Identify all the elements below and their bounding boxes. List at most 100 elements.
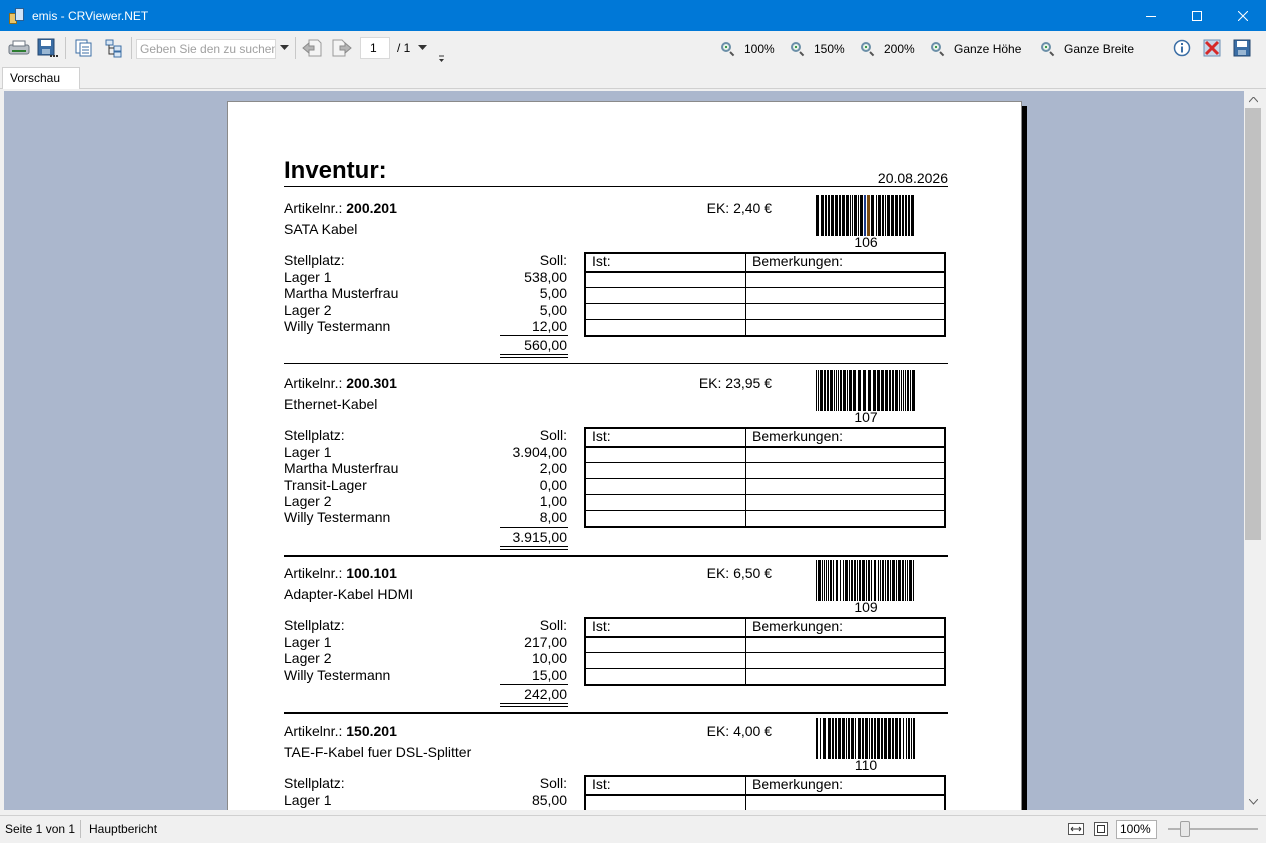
location-name: Willy Testermann xyxy=(284,666,391,683)
print-button[interactable] xyxy=(6,35,32,61)
previous-page-button[interactable] xyxy=(300,35,324,61)
sum-rule xyxy=(500,335,568,337)
bemerkungen-cell[interactable] xyxy=(746,479,944,494)
zoom-slider-thumb[interactable] xyxy=(1180,821,1190,837)
zoom-full-height-button[interactable]: Ganze Höhe xyxy=(931,39,1021,59)
grid-row xyxy=(586,462,944,478)
minimize-button[interactable] xyxy=(1128,0,1174,31)
fit-width-button[interactable] xyxy=(1066,818,1086,840)
bemerkungen-cell[interactable] xyxy=(746,511,944,526)
ist-cell[interactable] xyxy=(586,320,746,335)
chevron-down-icon xyxy=(417,45,427,50)
ist-header: Ist: xyxy=(586,619,746,636)
close-button[interactable] xyxy=(1220,0,1266,31)
location-name: Martha Musterfrau xyxy=(284,285,399,302)
count-grid: Ist: Bemerkungen: xyxy=(584,617,946,686)
bemerkungen-cell[interactable] xyxy=(746,796,944,810)
location-soll: 0,00 xyxy=(539,476,567,493)
ist-cell[interactable] xyxy=(586,511,746,526)
location-soll: 2,00 xyxy=(539,460,567,477)
bemerkungen-cell[interactable] xyxy=(746,463,944,478)
page-number-input[interactable]: 1 xyxy=(360,37,390,59)
bemerkungen-cell[interactable] xyxy=(746,638,944,652)
bemerkungen-cell[interactable] xyxy=(746,669,944,684)
location-name: Transit-Lager xyxy=(284,476,367,493)
bemerkungen-cell[interactable] xyxy=(746,273,944,287)
printer-icon xyxy=(8,40,30,55)
location-name: Lager 2 xyxy=(284,650,332,667)
location-name: Lager 2 xyxy=(284,301,332,318)
total-double-rule xyxy=(500,702,568,707)
article-name: Adapter-Kabel HDMI xyxy=(284,586,414,602)
info-button[interactable] xyxy=(1171,35,1193,61)
save-button[interactable] xyxy=(1231,35,1253,61)
toolbar-overflow-button[interactable] xyxy=(434,41,448,67)
scroll-down-button[interactable] xyxy=(1244,793,1262,810)
location-soll: 15,00 xyxy=(531,666,567,683)
search-input[interactable]: Geben Sie den zu suchen xyxy=(136,39,276,59)
ist-cell[interactable] xyxy=(586,638,746,652)
total-double-rule xyxy=(500,545,568,550)
ist-cell[interactable] xyxy=(586,669,746,684)
location-soll: 5,00 xyxy=(539,301,567,318)
zoom-magnifier-icon xyxy=(861,42,875,57)
ist-cell[interactable] xyxy=(586,288,746,303)
ist-cell[interactable] xyxy=(586,273,746,287)
title-bar: emis - CRViewer.NET xyxy=(0,0,1266,31)
soll-header: Soll: xyxy=(539,775,567,791)
ist-cell[interactable] xyxy=(586,653,746,668)
grid-row xyxy=(586,668,944,684)
bemerkungen-cell[interactable] xyxy=(746,653,944,668)
article-name: Ethernet-Kabel xyxy=(284,396,378,412)
stellplatz-header: Stellplatz: xyxy=(284,617,345,633)
zoom-full-width-button[interactable]: Ganze Breite xyxy=(1041,39,1134,59)
header-rule xyxy=(284,186,948,187)
soll-header: Soll: xyxy=(539,427,567,443)
zoom-150-button[interactable]: 150% xyxy=(791,39,845,59)
sum-rule xyxy=(500,683,568,685)
ist-cell[interactable] xyxy=(586,448,746,462)
chevron-down-icon xyxy=(279,45,289,50)
article-number: Artikelnr.: 100.101 xyxy=(284,565,397,581)
bemerkungen-cell[interactable] xyxy=(746,304,944,319)
ist-cell[interactable] xyxy=(586,796,746,810)
vertical-scrollbar[interactable] xyxy=(1244,91,1262,810)
ist-cell[interactable] xyxy=(586,304,746,319)
fit-page-button[interactable] xyxy=(1091,818,1111,840)
bemerkungen-cell[interactable] xyxy=(746,495,944,510)
zoom-magnifier-icon xyxy=(791,42,805,57)
scroll-thumb[interactable] xyxy=(1245,108,1261,540)
status-bar: Seite 1 von 1 Hauptbericht 100% xyxy=(0,815,1266,843)
tab-vorschau[interactable]: Vorschau xyxy=(2,67,80,89)
ist-header: Ist: xyxy=(586,254,746,271)
grid-header-row: Ist: Bemerkungen: xyxy=(586,254,944,271)
report-viewer[interactable]: Inventur: 20.08.2026 Artikelnr.: 200.201… xyxy=(4,91,1244,810)
copy-button[interactable] xyxy=(71,35,97,61)
zoom-200-button[interactable]: 200% xyxy=(861,39,915,59)
group-tree-button[interactable] xyxy=(101,35,127,61)
export-button[interactable] xyxy=(34,35,60,61)
zoom-100-button[interactable]: 100% xyxy=(721,39,775,59)
grid-row xyxy=(586,794,944,810)
ist-cell[interactable] xyxy=(586,495,746,510)
location-name: Lager 1 xyxy=(284,444,332,460)
location-soll: 538,00 xyxy=(524,269,567,285)
next-page-button[interactable] xyxy=(330,35,354,61)
ist-cell[interactable] xyxy=(586,479,746,494)
maximize-button[interactable] xyxy=(1174,0,1220,31)
ist-cell[interactable] xyxy=(586,463,746,478)
zoom-full-width-label: Ganze Breite xyxy=(1064,42,1135,56)
search-dropdown-button[interactable] xyxy=(277,35,291,61)
bemerkungen-cell[interactable] xyxy=(746,448,944,462)
article-number: Artikelnr.: 150.201 xyxy=(284,723,397,739)
zoom-full-height-label: Ganze Höhe xyxy=(954,42,1022,56)
bemerkungen-cell[interactable] xyxy=(746,320,944,335)
close-report-button[interactable] xyxy=(1201,35,1223,61)
scroll-up-button[interactable] xyxy=(1244,91,1262,108)
ist-header: Ist: xyxy=(586,777,746,794)
grid-header-row: Ist: Bemerkungen: xyxy=(586,777,944,794)
bemerkungen-cell[interactable] xyxy=(746,288,944,303)
zoom-level-display[interactable]: 100% xyxy=(1116,820,1157,839)
barcode-number: 109 xyxy=(854,599,878,615)
page-dropdown-button[interactable] xyxy=(416,35,428,61)
